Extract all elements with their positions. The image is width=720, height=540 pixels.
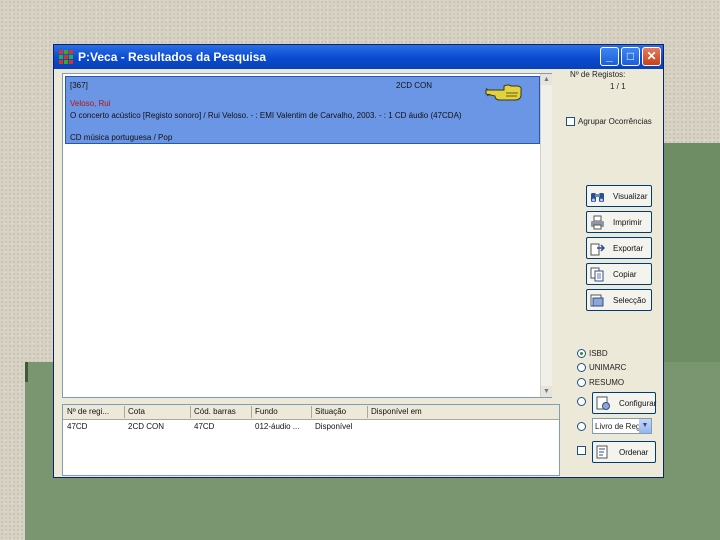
binoculars-icon xyxy=(591,193,604,202)
results-list[interactable]: [367] 2CD CON Veloso, Rui O concerto acú… xyxy=(62,73,552,398)
agrupar-checkbox[interactable] xyxy=(566,117,575,126)
ordenar-checkbox[interactable] xyxy=(577,446,586,455)
column-header[interactable]: Nº de regi... xyxy=(67,407,109,416)
column-divider[interactable] xyxy=(251,406,252,418)
column-header[interactable]: Cód. barras xyxy=(194,407,236,416)
window-title: P:Veca - Resultados da Pesquisa xyxy=(78,50,267,64)
column-divider[interactable] xyxy=(190,406,191,418)
copy-icon xyxy=(590,267,604,282)
sort-icon xyxy=(596,445,608,459)
isbd-label: ISBD xyxy=(589,349,608,358)
visualizar-button[interactable]: Visualizar xyxy=(586,185,652,207)
column-header[interactable]: Disponível em xyxy=(371,407,422,416)
livro-select-value: Livro de Reg xyxy=(595,422,641,431)
imprimir-button[interactable]: Imprimir xyxy=(586,211,652,233)
seleccao-label: Selecção xyxy=(613,296,646,305)
title-bar[interactable]: P:Veca - Resultados da Pesquisa _ □ ✕ xyxy=(54,45,663,69)
record-id: [367] xyxy=(70,81,88,90)
column-header[interactable]: Situação xyxy=(315,407,346,416)
column-divider[interactable] xyxy=(124,406,125,418)
column-divider[interactable] xyxy=(367,406,368,418)
table-row[interactable]: 47CD 2CD CON 47CD 012-áudio ... Disponív… xyxy=(63,420,559,434)
minimize-button[interactable]: _ xyxy=(600,47,619,66)
seleccao-button[interactable]: Selecção xyxy=(586,289,652,311)
selection-icon xyxy=(590,294,604,307)
registos-label: Nº de Registos: xyxy=(570,70,626,79)
record-cota: 2CD CON xyxy=(396,81,433,90)
exportar-button[interactable]: Exportar xyxy=(586,237,652,259)
configure-icon xyxy=(596,396,610,410)
table-cell: 2CD CON xyxy=(128,422,165,431)
maximize-button[interactable]: □ xyxy=(621,47,640,66)
copiar-button[interactable]: Copiar xyxy=(586,263,652,285)
record-author: Veloso, Rui xyxy=(70,99,111,108)
close-button[interactable]: ✕ xyxy=(642,47,661,66)
radio-unimarc[interactable] xyxy=(577,363,586,372)
record-description: O concerto acústico [Registo sonoro] / R… xyxy=(70,111,462,120)
radio-livro[interactable] xyxy=(577,422,586,431)
background-accent-line xyxy=(25,362,28,382)
chevron-down-icon[interactable]: ▼ xyxy=(639,419,651,433)
column-header[interactable]: Cota xyxy=(128,407,145,416)
table-cell: 47CD xyxy=(194,422,215,431)
printer-icon xyxy=(591,215,604,230)
agrupar-label: Agrupar Ocorrências xyxy=(578,117,652,126)
unimarc-label: UNIMARC xyxy=(589,363,627,372)
ordenar-label: Ordenar xyxy=(619,448,649,457)
table-cell: 012-áudio ... xyxy=(255,422,300,431)
radio-resumo[interactable] xyxy=(577,378,586,387)
pointing-hand-icon xyxy=(485,84,522,101)
imprimir-label: Imprimir xyxy=(613,218,642,227)
exportar-label: Exportar xyxy=(613,244,644,253)
result-record[interactable]: [367] 2CD CON Veloso, Rui O concerto acú… xyxy=(65,76,540,144)
record-subject: CD música portuguesa / Pop xyxy=(70,133,173,142)
livro-select[interactable]: Livro de Reg ▼ xyxy=(592,418,652,434)
table-cell: 47CD xyxy=(67,422,88,431)
holdings-table[interactable]: Nº de regi... Cota Cód. barras Fundo Sit… xyxy=(62,404,560,476)
radio-custom-format[interactable] xyxy=(577,397,586,406)
table-cell: Disponível xyxy=(315,422,353,431)
export-icon xyxy=(590,243,605,256)
results-scrollbar[interactable]: ▲ ▼ xyxy=(540,74,552,397)
visualizar-label: Visualizar xyxy=(613,192,648,201)
radio-isbd[interactable] xyxy=(577,349,586,358)
ordenar-button[interactable]: Ordenar xyxy=(592,441,656,463)
column-divider[interactable] xyxy=(311,406,312,418)
scroll-up-arrow-icon[interactable]: ▲ xyxy=(541,74,552,85)
resumo-label: RESUMO xyxy=(589,378,625,387)
scroll-down-arrow-icon[interactable]: ▼ xyxy=(541,386,552,397)
column-header[interactable]: Fundo xyxy=(255,407,278,416)
configurar-button[interactable]: Configurar xyxy=(592,392,656,414)
search-results-window: P:Veca - Resultados da Pesquisa _ □ ✕ [3… xyxy=(53,44,664,478)
holdings-header-row: Nº de regi... Cota Cód. barras Fundo Sit… xyxy=(63,405,559,420)
copiar-label: Copiar xyxy=(613,270,637,279)
configurar-label: Configurar xyxy=(619,399,657,408)
app-grid-icon xyxy=(59,50,73,64)
registos-count: 1 / 1 xyxy=(610,82,626,91)
